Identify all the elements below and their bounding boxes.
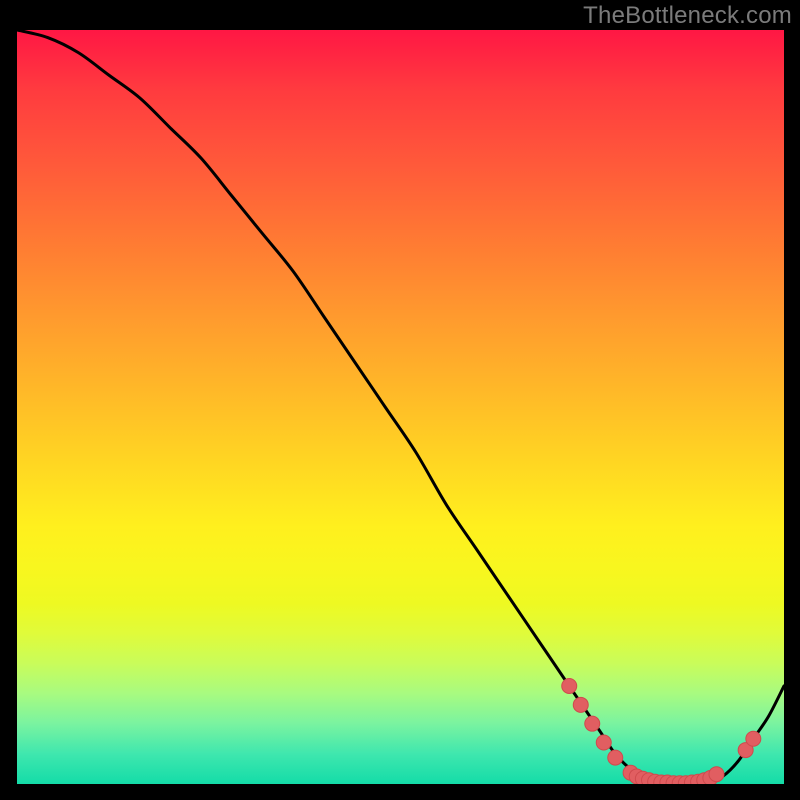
data-marker <box>746 731 761 746</box>
chart-frame: TheBottleneck.com <box>0 0 800 800</box>
data-marker <box>562 678 577 693</box>
curve-layer <box>17 30 784 784</box>
data-marker <box>596 735 611 750</box>
plot-area <box>17 30 784 784</box>
bottleneck-curve <box>17 30 784 784</box>
data-marker <box>709 767 724 782</box>
data-marker <box>608 750 623 765</box>
data-marker <box>585 716 600 731</box>
data-marker <box>573 697 588 712</box>
watermark-text: TheBottleneck.com <box>583 2 792 30</box>
